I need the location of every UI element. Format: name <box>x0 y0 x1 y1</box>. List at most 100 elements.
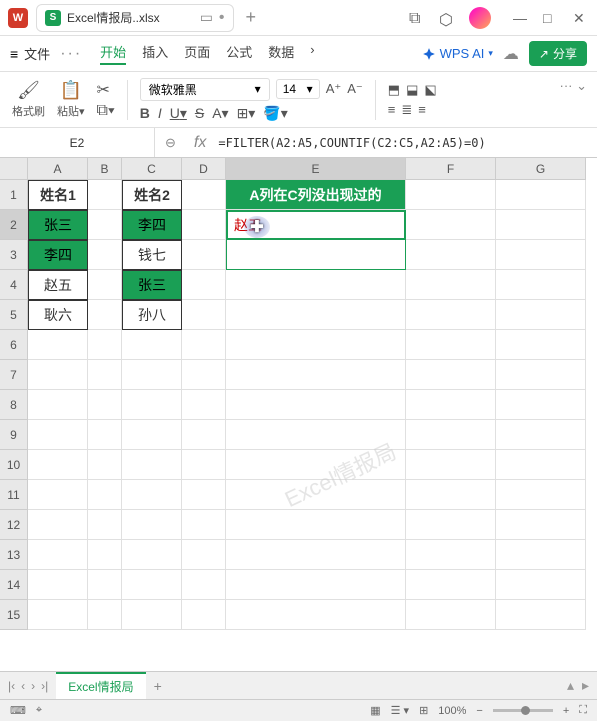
cell[interactable] <box>182 360 226 390</box>
zoom-slider[interactable] <box>493 709 553 712</box>
cancel-formula-icon[interactable]: ⊖ <box>165 135 176 151</box>
cell[interactable] <box>88 570 122 600</box>
row-header[interactable]: 11 <box>0 480 28 510</box>
row-header[interactable]: 10 <box>0 450 28 480</box>
cell[interactable]: 赵五 <box>28 270 88 300</box>
view-normal-icon[interactable]: ▦ <box>370 704 380 717</box>
align-top-icon[interactable]: ⬒ <box>388 82 400 98</box>
cell[interactable] <box>226 270 406 300</box>
bookmark-icon[interactable]: ⧉ <box>409 10 425 26</box>
cell[interactable] <box>406 450 496 480</box>
cell[interactable] <box>226 420 406 450</box>
bold-button[interactable]: B <box>140 105 150 121</box>
row-header[interactable]: 5 <box>0 300 28 330</box>
cell[interactable] <box>28 600 88 630</box>
col-header[interactable]: D <box>182 158 226 180</box>
scroll-right-icon[interactable]: ▸ <box>582 677 589 694</box>
cell[interactable] <box>182 450 226 480</box>
cell[interactable]: 李四 <box>122 210 182 240</box>
cell[interactable] <box>182 420 226 450</box>
cell[interactable] <box>406 330 496 360</box>
cell[interactable]: A列在C列没出现过的 <box>226 180 406 210</box>
cell[interactable] <box>406 180 496 210</box>
cell[interactable] <box>496 570 586 600</box>
cell[interactable] <box>122 480 182 510</box>
col-header[interactable]: B <box>88 158 122 180</box>
cell[interactable] <box>226 480 406 510</box>
cell[interactable]: 李四 <box>28 240 88 270</box>
border-button[interactable]: ⊞▾ <box>237 105 256 122</box>
sheet-nav-first-icon[interactable]: |‹ <box>8 679 15 693</box>
tab-overflow-icon[interactable]: › <box>310 42 314 65</box>
sheet-tab[interactable]: Excel情报局 <box>56 672 145 699</box>
cell[interactable]: 张三 <box>28 210 88 240</box>
cell[interactable] <box>28 510 88 540</box>
row-header[interactable]: 13 <box>0 540 28 570</box>
cell[interactable] <box>226 600 406 630</box>
col-header[interactable]: F <box>406 158 496 180</box>
col-header[interactable]: A <box>28 158 88 180</box>
cell[interactable] <box>28 480 88 510</box>
cell[interactable] <box>88 360 122 390</box>
row-header[interactable]: 15 <box>0 600 28 630</box>
tab-data[interactable]: 数据 <box>268 42 294 65</box>
menu-more-icon[interactable]: ··· <box>60 45 82 63</box>
tab-formula[interactable]: 公式 <box>226 42 252 65</box>
cell[interactable] <box>496 180 586 210</box>
fx-icon[interactable]: fx <box>186 134 214 152</box>
row-header[interactable]: 8 <box>0 390 28 420</box>
share-button[interactable]: ↗ 分享 <box>529 41 587 66</box>
strike-button[interactable]: S <box>195 105 204 121</box>
cell[interactable] <box>406 600 496 630</box>
align-right-icon[interactable]: ≡ <box>418 102 426 118</box>
sheet-nav-next-icon[interactable]: › <box>31 679 35 693</box>
fill-color-button[interactable]: 🪣▾ <box>263 105 287 122</box>
cell[interactable] <box>88 420 122 450</box>
cell[interactable] <box>182 330 226 360</box>
cell[interactable] <box>122 390 182 420</box>
cell[interactable] <box>182 510 226 540</box>
cell[interactable] <box>496 420 586 450</box>
cell[interactable] <box>88 450 122 480</box>
cell[interactable] <box>28 420 88 450</box>
cell[interactable]: 姓名1 <box>28 180 88 210</box>
cell[interactable] <box>406 540 496 570</box>
cell[interactable] <box>496 210 586 240</box>
cell[interactable] <box>226 330 406 360</box>
view-layout-icon[interactable]: ⊞ <box>419 704 428 717</box>
cell[interactable] <box>496 540 586 570</box>
col-header[interactable]: E <box>226 158 406 180</box>
cell[interactable] <box>28 360 88 390</box>
cell[interactable] <box>28 570 88 600</box>
cell[interactable] <box>182 480 226 510</box>
cell[interactable] <box>122 420 182 450</box>
fullscreen-icon[interactable]: ⛶ <box>579 704 587 717</box>
cell[interactable] <box>406 480 496 510</box>
cell[interactable] <box>122 330 182 360</box>
user-avatar[interactable] <box>469 7 491 29</box>
cell[interactable]: 钱七 <box>122 240 182 270</box>
cell[interactable] <box>406 570 496 600</box>
name-box[interactable]: E2 <box>0 128 155 157</box>
cell[interactable]: 张三 <box>122 270 182 300</box>
cell[interactable] <box>122 510 182 540</box>
cut-icon[interactable]: ✂ <box>97 80 110 100</box>
font-select[interactable]: 微软雅黑▾ <box>140 78 270 101</box>
font-shrink-icon[interactable]: A⁻ <box>347 81 363 97</box>
tab-pin-icon[interactable]: ▭ <box>200 9 213 26</box>
cell[interactable] <box>496 600 586 630</box>
window-maximize[interactable]: □ <box>543 10 559 26</box>
cell[interactable] <box>88 390 122 420</box>
align-bottom-icon[interactable]: ⬕ <box>424 82 436 98</box>
cell[interactable] <box>406 210 496 240</box>
row-header[interactable]: 2 <box>0 210 28 240</box>
window-minimize[interactable]: — <box>513 10 529 26</box>
cell[interactable] <box>88 600 122 630</box>
row-header[interactable]: 1 <box>0 180 28 210</box>
add-sheet-button[interactable]: + <box>154 678 162 694</box>
paste-button[interactable]: 📋 粘贴▾ <box>57 80 85 119</box>
hamburger-icon[interactable]: ≡ <box>10 46 18 62</box>
cell[interactable] <box>496 510 586 540</box>
cell[interactable] <box>406 360 496 390</box>
sheet-nav-prev-icon[interactable]: ‹ <box>21 679 25 693</box>
